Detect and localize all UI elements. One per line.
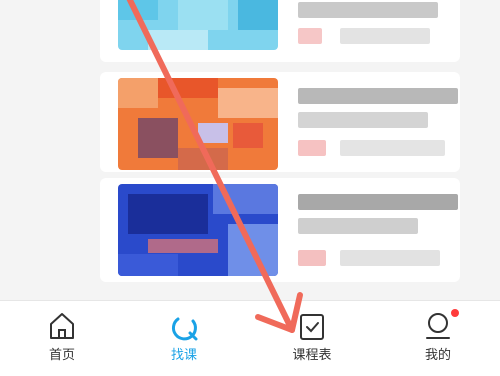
schedule-icon — [300, 314, 324, 340]
search-course-icon — [171, 317, 198, 341]
tab-schedule[interactable]: 课程表 — [272, 301, 352, 376]
course-title-blur — [298, 218, 418, 234]
bottom-tab-bar: 首页 找课 课程表 我的 — [0, 300, 500, 376]
tab-label: 课程表 — [292, 348, 332, 363]
course-thumbnail — [118, 78, 278, 170]
course-card[interactable] — [100, 0, 460, 62]
tab-label: 我的 — [424, 348, 451, 363]
notification-badge — [451, 309, 459, 317]
tab-find-course[interactable]: 找课 — [144, 301, 224, 376]
course-title-blur — [298, 194, 458, 210]
course-info-blur — [340, 28, 430, 44]
tab-label: 找课 — [170, 348, 197, 363]
tab-home[interactable]: 首页 — [22, 301, 102, 376]
course-title-blur — [298, 88, 458, 104]
course-thumbnail — [118, 0, 278, 50]
course-thumbnail — [118, 184, 278, 276]
course-info-blur — [298, 28, 322, 44]
course-list — [0, 0, 500, 300]
profile-icon — [426, 313, 450, 339]
course-title-blur — [298, 2, 438, 18]
home-icon — [50, 313, 74, 339]
course-info-blur — [298, 140, 326, 156]
course-info-blur — [340, 250, 440, 266]
tab-label: 首页 — [48, 348, 75, 363]
course-info-blur — [340, 140, 445, 156]
tab-profile[interactable]: 我的 — [398, 301, 478, 376]
course-info-blur — [298, 250, 326, 266]
course-card[interactable] — [100, 178, 460, 282]
course-title-blur — [298, 112, 428, 128]
course-card[interactable] — [100, 72, 460, 172]
